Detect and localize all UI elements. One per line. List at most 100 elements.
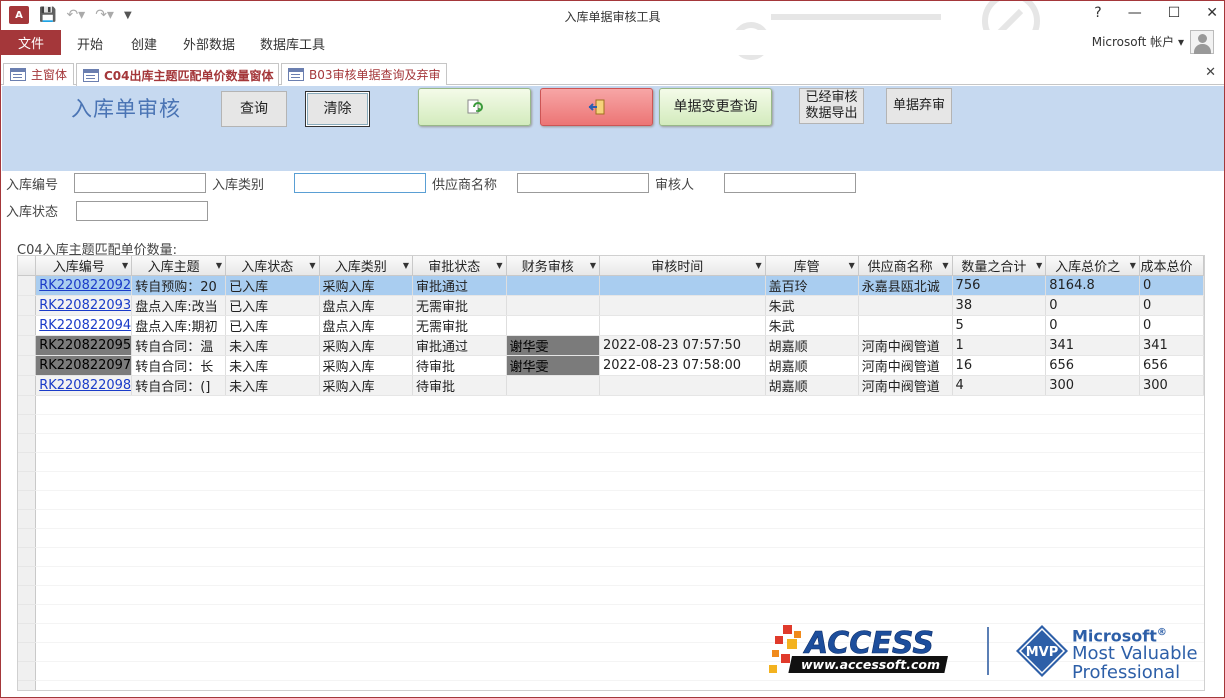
receipt-link[interactable]: RK220822094 bbox=[39, 318, 131, 333]
account-menu[interactable]: Microsoft 帐户 ▾ bbox=[1092, 33, 1184, 50]
table-cell[interactable]: 盘点入库 bbox=[319, 295, 414, 316]
table-cell[interactable] bbox=[599, 295, 766, 316]
table-cell[interactable]: 8164.8 bbox=[1045, 275, 1140, 296]
column-header[interactable]: 入库编号 ▼ bbox=[35, 256, 133, 276]
record-selector[interactable] bbox=[18, 295, 37, 316]
tab-home[interactable]: 开始 bbox=[77, 34, 103, 53]
receipt-link[interactable]: RK220822093 bbox=[39, 298, 131, 313]
table-cell[interactable] bbox=[506, 275, 601, 296]
column-header[interactable]: 成本总价 bbox=[1139, 256, 1204, 276]
table-cell[interactable]: RK220822092 bbox=[35, 275, 133, 296]
sort-filter-icon[interactable]: ▼ bbox=[849, 261, 855, 270]
table-cell[interactable]: 756 bbox=[952, 275, 1047, 296]
table-cell[interactable]: 未入库 bbox=[225, 375, 320, 396]
undo-icon[interactable]: ↶▾ bbox=[66, 7, 85, 23]
refresh-button[interactable] bbox=[418, 88, 531, 126]
table-cell[interactable]: 已入库 bbox=[225, 275, 320, 296]
table-cell[interactable]: 采购入库 bbox=[319, 275, 414, 296]
table-cell[interactable]: 转自合同：(] bbox=[131, 375, 227, 396]
receipt-type-input[interactable] bbox=[294, 173, 426, 193]
table-row[interactable]: RK220822095 转自合同：温 未入库 采购入库 审批通过 谢华雯 2022-08-2… bbox=[18, 335, 1204, 356]
record-selector[interactable] bbox=[18, 315, 37, 336]
table-cell[interactable]: 0 bbox=[1045, 315, 1140, 336]
help-icon[interactable]: ? bbox=[1094, 5, 1101, 21]
table-cell[interactable]: 0 bbox=[1139, 275, 1204, 296]
record-selector[interactable] bbox=[18, 375, 37, 396]
exit-button[interactable] bbox=[540, 88, 653, 126]
column-header[interactable]: 入库类别 ▼ bbox=[319, 256, 414, 276]
tab-file[interactable]: 文件 bbox=[1, 30, 61, 55]
table-cell[interactable] bbox=[506, 295, 601, 316]
sort-filter-icon[interactable]: ▼ bbox=[942, 261, 948, 270]
table-cell[interactable]: 胡嘉顺 bbox=[765, 375, 859, 396]
table-cell[interactable]: 300 bbox=[1045, 375, 1140, 396]
table-cell[interactable]: RK220822093 bbox=[35, 295, 133, 316]
sort-filter-icon[interactable]: ▼ bbox=[590, 261, 596, 270]
status-input[interactable] bbox=[76, 201, 208, 221]
table-cell[interactable]: 2022-08-23 07:57:50 bbox=[599, 335, 766, 356]
select-all-cell[interactable] bbox=[18, 256, 37, 276]
table-cell[interactable]: 341 bbox=[1139, 335, 1204, 356]
table-cell[interactable]: 无需审批 bbox=[412, 315, 507, 336]
save-icon[interactable]: 💾 bbox=[39, 7, 56, 23]
table-cell[interactable]: 谢华雯 bbox=[506, 355, 601, 376]
doc-tab-c04[interactable]: C04出库主题匹配单价数量窗体 bbox=[76, 63, 279, 86]
table-cell[interactable]: 无需审批 bbox=[412, 295, 507, 316]
redo-icon[interactable]: ↷▾ bbox=[95, 7, 114, 23]
table-cell[interactable]: 盘点入库 bbox=[319, 315, 414, 336]
table-cell[interactable] bbox=[599, 315, 766, 336]
table-row[interactable]: RK220822098 转自合同：(] 未入库 采购入库 待审批 胡嘉顺 河南中阀管道 4 30… bbox=[18, 375, 1204, 396]
table-cell[interactable]: 待审批 bbox=[412, 355, 507, 376]
table-cell[interactable]: 341 bbox=[1045, 335, 1140, 356]
table-cell[interactable]: 未入库 bbox=[225, 335, 320, 356]
table-cell[interactable]: 656 bbox=[1045, 355, 1140, 376]
table-row[interactable]: RK220822097 转自合同：长 未入库 采购入库 待审批 谢华雯 2022-08-23… bbox=[18, 355, 1204, 376]
column-header[interactable]: 入库状态 ▼ bbox=[225, 256, 320, 276]
table-cell[interactable] bbox=[858, 295, 953, 316]
sort-filter-icon[interactable]: ▼ bbox=[1036, 261, 1042, 270]
table-cell[interactable] bbox=[599, 275, 766, 296]
supplier-input[interactable] bbox=[517, 173, 649, 193]
tab-create[interactable]: 创建 bbox=[131, 34, 157, 53]
sort-filter-icon[interactable]: ▼ bbox=[1130, 261, 1136, 270]
sort-filter-icon[interactable]: ▼ bbox=[755, 261, 761, 270]
table-cell[interactable]: 采购入库 bbox=[319, 375, 414, 396]
receipt-no-input[interactable] bbox=[74, 173, 206, 193]
close-icon[interactable]: ✕ bbox=[1206, 5, 1218, 21]
receipt-link[interactable]: RK220822098 bbox=[39, 378, 131, 393]
table-cell[interactable]: 盘点入库:期初 bbox=[131, 315, 227, 336]
table-cell[interactable]: 1 bbox=[952, 335, 1047, 356]
table-cell[interactable]: 采购入库 bbox=[319, 335, 414, 356]
table-cell[interactable] bbox=[599, 375, 766, 396]
table-cell[interactable]: 盖百玲 bbox=[765, 275, 859, 296]
query-button[interactable]: 查询 bbox=[221, 91, 287, 127]
table-row[interactable]: RK220822094 盘点入库:期初 已入库 盘点入库 无需审批 朱武 5 0 0 bbox=[18, 315, 1204, 336]
table-cell[interactable]: 0 bbox=[1045, 295, 1140, 316]
table-cell[interactable]: 盘点入库:改当 bbox=[131, 295, 227, 316]
tab-database-tools[interactable]: 数据库工具 bbox=[260, 34, 325, 53]
sort-filter-icon[interactable]: ▼ bbox=[309, 261, 315, 270]
table-cell[interactable]: 永嘉县瓯北诚 bbox=[858, 275, 953, 296]
column-header[interactable]: 数量之合计 ▼ bbox=[952, 256, 1047, 276]
table-cell[interactable]: RK220822095 bbox=[35, 335, 133, 356]
table-cell[interactable]: 0 bbox=[1139, 315, 1204, 336]
doc-tab-b03[interactable]: B03审核单据查询及弃审 bbox=[281, 63, 447, 85]
column-header[interactable]: 审核时间 ▼ bbox=[599, 256, 766, 276]
customize-qat-icon[interactable]: ▼ bbox=[124, 10, 132, 21]
doc-tab-main[interactable]: 主窗体 bbox=[3, 63, 74, 85]
table-cell[interactable]: 已入库 bbox=[225, 295, 320, 316]
column-header[interactable]: 审批状态 ▼ bbox=[412, 256, 507, 276]
table-cell[interactable]: 审批通过 bbox=[412, 275, 507, 296]
abandon-audit-button[interactable]: 单据弃审 bbox=[886, 88, 952, 124]
sort-filter-icon[interactable]: ▼ bbox=[216, 261, 222, 270]
close-document-icon[interactable]: ✕ bbox=[1205, 65, 1216, 80]
table-cell[interactable]: 转自预购：20 bbox=[131, 275, 227, 296]
table-cell[interactable]: RK220822098 bbox=[35, 375, 133, 396]
export-audited-button[interactable]: 已经审核数据导出 bbox=[799, 88, 864, 124]
change-query-button[interactable]: 单据变更查询 bbox=[659, 88, 772, 126]
table-cell[interactable]: 河南中阀管道 bbox=[858, 355, 953, 376]
table-cell[interactable]: 河南中阀管道 bbox=[858, 335, 953, 356]
table-row[interactable]: RK220822092 转自预购：20 已入库 采购入库 审批通过 盖百玲 永嘉县瓯北诚 75… bbox=[18, 275, 1204, 296]
column-header[interactable]: 入库主题 ▼ bbox=[131, 256, 227, 276]
table-cell[interactable]: 已入库 bbox=[225, 315, 320, 336]
